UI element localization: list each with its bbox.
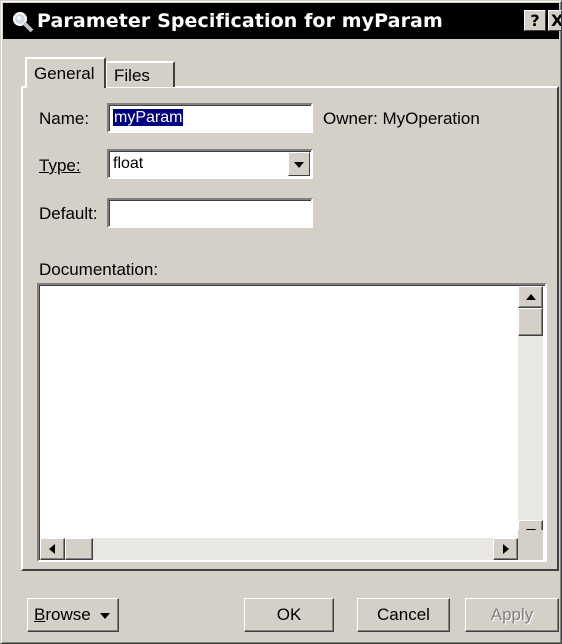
name-label: Name: [39, 109, 90, 128]
browse-label: rowse [45, 605, 91, 624]
horizontal-scroll-thumb[interactable] [65, 538, 93, 560]
scrollbar-corner [518, 530, 543, 560]
documentation-label: Documentation: [39, 260, 159, 279]
chevron-down-icon [100, 613, 110, 619]
title-bar[interactable]: Parameter Specification for myParam ? X [3, 3, 562, 39]
type-label: Type: [39, 156, 81, 176]
close-button[interactable]: X [548, 10, 562, 31]
horizontal-scrollbar[interactable] [40, 538, 518, 560]
apply-button[interactable]: Apply [465, 598, 559, 632]
dialog-window: Parameter Specification for myParam ? X … [0, 0, 562, 644]
chevron-up-icon [526, 294, 536, 300]
window-title: Parameter Specification for myParam [37, 10, 443, 32]
scroll-right-button[interactable] [493, 538, 518, 560]
cancel-button[interactable]: Cancel [357, 598, 450, 632]
name-field[interactable]: myParam [107, 103, 313, 133]
chevron-right-icon [503, 544, 509, 554]
vertical-scrollbar[interactable] [518, 286, 543, 542]
default-label: Default: [39, 204, 98, 223]
documentation-textarea[interactable] [37, 283, 547, 562]
scroll-left-button[interactable] [40, 538, 65, 560]
type-dropdown-button[interactable] [288, 152, 310, 176]
type-label-rest: ype: [48, 156, 81, 175]
magnifier-icon [13, 12, 34, 33]
scroll-up-button[interactable] [518, 286, 543, 308]
help-button[interactable]: ? [524, 10, 546, 31]
type-dropdown[interactable]: float [107, 149, 313, 179]
chevron-left-icon [49, 544, 55, 554]
owner-text: Owner: MyOperation [323, 109, 480, 128]
tab-general[interactable]: General [25, 57, 106, 88]
browse-mnemonic: B [34, 605, 46, 624]
vertical-scroll-thumb[interactable] [518, 308, 543, 336]
browse-button[interactable]: Browse [27, 598, 119, 632]
name-value: myParam [113, 109, 184, 126]
chevron-down-icon [294, 162, 304, 168]
tab-files[interactable]: Files [105, 61, 175, 87]
type-value: float [113, 155, 144, 172]
default-field[interactable] [107, 198, 313, 228]
ok-button[interactable]: OK [244, 598, 334, 632]
